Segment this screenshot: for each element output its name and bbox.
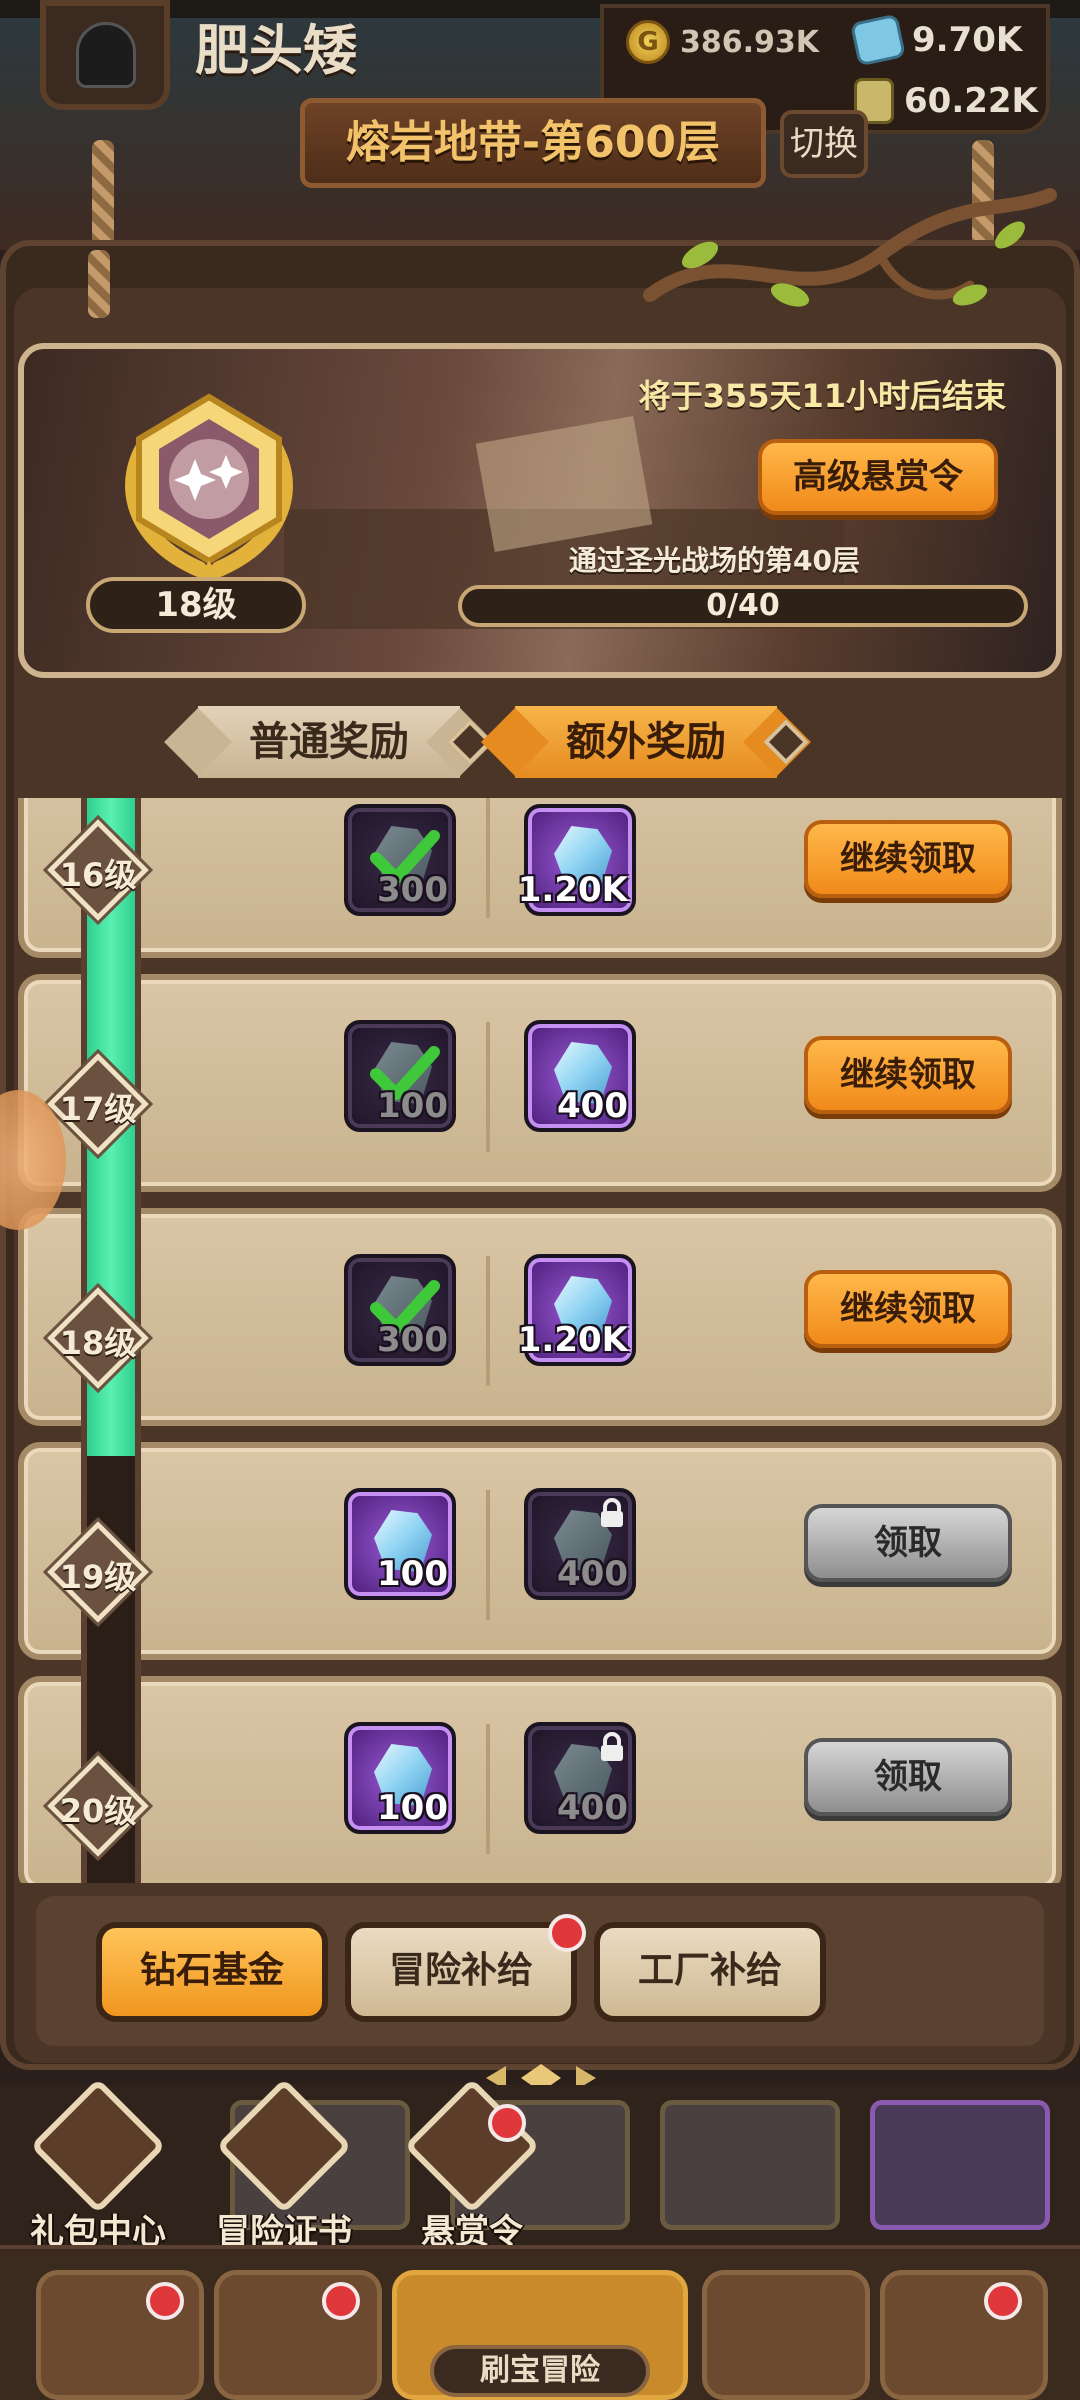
bounty-icon (404, 2078, 540, 2214)
reward-quantity: 100 (377, 1086, 448, 1126)
continue-claim-button[interactable]: 继续领取 (804, 1036, 1012, 1114)
divider (486, 798, 490, 918)
level-label: 18级 (59, 1324, 137, 1362)
tab-factory-supply[interactable]: 工厂补给 (594, 1922, 826, 2022)
reward-quantity: 1.20K (517, 1320, 628, 1360)
helmet-icon (76, 22, 136, 88)
claim-button[interactable]: 领取 (804, 1504, 1012, 1582)
nav-forge[interactable] (880, 2270, 1048, 2400)
normal-reward-slot[interactable]: 100 (344, 1488, 456, 1600)
reward-quantity: 100 (377, 1554, 448, 1594)
gift-diamond-icon (30, 2078, 166, 2214)
tab-normal-rewards[interactable]: 普通奖励 (198, 706, 460, 778)
normal-reward-slot[interactable]: 100 (344, 1722, 456, 1834)
extra-reward-slot[interactable]: 400 (524, 1488, 636, 1600)
extra-reward-slot[interactable]: 1.20K (518, 1254, 636, 1366)
gold-resource: G 386.93K (626, 20, 819, 64)
level-marker: 18级 (42, 1282, 154, 1394)
level-label: 20级 (59, 1792, 137, 1830)
energy-value: 60.22K (904, 81, 1038, 121)
level-label: 16级 (59, 856, 137, 894)
divider (486, 1490, 490, 1620)
hero-card[interactable] (870, 2100, 1050, 2230)
vine-decoration (643, 188, 1057, 307)
extra-reward-slot[interactable]: 1.20K (518, 804, 636, 916)
tab-extra-rewards[interactable]: 额外奖励 (515, 706, 777, 778)
nav-bag[interactable] (702, 2270, 870, 2400)
book-icon (216, 2078, 352, 2214)
reward-quantity: 300 (377, 1320, 448, 1360)
reward-quantity: 400 (557, 1554, 628, 1594)
divider (486, 1256, 490, 1386)
player-avatar[interactable] (40, 0, 170, 110)
notification-badge (548, 1914, 586, 1952)
gem-value: 9.70K (912, 20, 1023, 60)
gold-value: 386.93K (680, 24, 820, 60)
normal-reward-slot[interactable]: 100 (344, 1020, 456, 1132)
lock-icon (601, 1498, 623, 1527)
bounty-level: 18级 (86, 577, 306, 633)
reward-row: 100 400 领取 (18, 1676, 1062, 1883)
gold-coin-icon: G (626, 20, 670, 64)
premium-bounty-button[interactable]: 高级悬赏令 (758, 439, 998, 515)
reward-row: 300 1.20K 继续领取 (18, 1208, 1062, 1426)
reward-list[interactable]: 300 1.20K 继续领取 100 400 继续领取 300 1.20K 继续… (18, 798, 1062, 1883)
tab-diamond-fund[interactable]: 钻石基金 (96, 1922, 328, 2022)
bounty-header-card: 18级 将于355天11小时后结束 高级悬赏令 通过圣光战场的第40层 0/40 (18, 343, 1062, 678)
reward-quantity: 400 (557, 1788, 628, 1828)
gem-icon (849, 13, 907, 67)
laurel-star-badge-icon (125, 393, 293, 579)
normal-reward-slot[interactable]: 300 (344, 804, 456, 916)
player-name: 肥头矮 (195, 19, 357, 82)
notification-badge (488, 2104, 526, 2142)
tab-adventure-supply[interactable]: 冒险补给 (345, 1922, 577, 2022)
task-progress-bar: 0/40 (458, 585, 1028, 627)
gem-resource: 9.70K (849, 13, 1023, 67)
continue-claim-button[interactable]: 继续领取 (804, 820, 1012, 898)
notification-badge (146, 2282, 184, 2320)
level-label: 17级 (59, 1090, 137, 1128)
task-description: 通过圣光战场的第40层 (569, 544, 860, 577)
claim-button[interactable]: 领取 (804, 1738, 1012, 1816)
reward-row: 100 400 继续领取 (18, 974, 1062, 1192)
notification-badge (984, 2282, 1022, 2320)
shortcut-gift-center[interactable]: 礼包中心 (28, 2078, 168, 2253)
level-marker: 19级 (42, 1516, 154, 1628)
reward-quantity: 400 (557, 1086, 628, 1126)
reward-row: 100 400 领取 (18, 1442, 1062, 1660)
end-time-text: 将于355天11小时后结束 (638, 377, 1006, 415)
extra-reward-slot[interactable]: 400 (524, 1020, 636, 1132)
reward-quantity: 300 (377, 870, 448, 910)
reward-quantity: 100 (377, 1788, 448, 1828)
continue-claim-button[interactable]: 继续领取 (804, 1270, 1012, 1348)
switch-stage-button[interactable]: 切换 (780, 110, 868, 178)
notification-badge (322, 2282, 360, 2320)
rope-knot-decoration (88, 250, 110, 318)
divider (486, 1724, 490, 1854)
reward-quantity: 1.20K (517, 870, 628, 910)
energy-resource: 60.22K (854, 78, 1038, 124)
level-label: 19级 (59, 1558, 137, 1596)
normal-reward-slot[interactable]: 300 (344, 1254, 456, 1366)
reward-row: 300 1.20K 继续领取 (18, 798, 1062, 958)
shortcut-adventure-pass[interactable]: 冒险证书 (214, 2078, 354, 2253)
divider (486, 1022, 490, 1152)
level-marker: 20级 (42, 1750, 154, 1862)
nav-adventure-label: 刷宝冒险 (430, 2345, 650, 2397)
extra-reward-slot[interactable]: 400 (524, 1722, 636, 1834)
hero-card[interactable] (660, 2100, 840, 2230)
level-marker: 16级 (42, 814, 154, 926)
lock-icon (601, 1732, 623, 1761)
